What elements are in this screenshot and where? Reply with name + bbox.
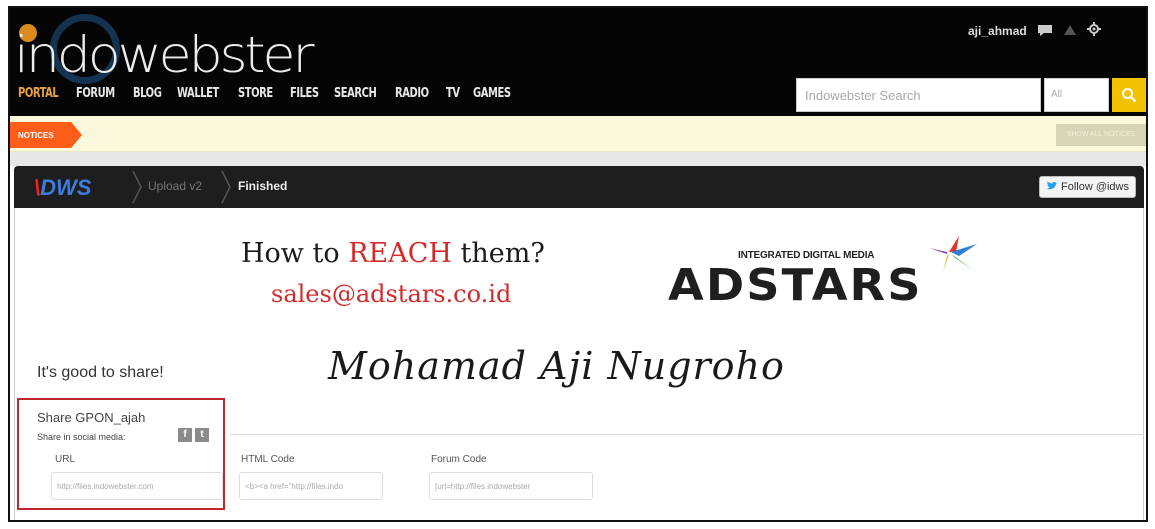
- nav-item-tv[interactable]: TV: [446, 86, 460, 101]
- forum-code-label: Forum Code: [431, 454, 487, 465]
- nav-item-wallet[interactable]: WALLET: [177, 86, 219, 101]
- breadcrumb-separator-icon: [132, 170, 142, 204]
- search-icon: [1122, 88, 1137, 103]
- breadcrumb-separator-icon: [221, 170, 231, 204]
- nav-item-files[interactable]: FILES: [290, 86, 319, 101]
- nav-item-forum[interactable]: FORUM: [76, 86, 115, 101]
- ad-email[interactable]: sales@adstars.co.id: [271, 280, 511, 308]
- share-heading: It's good to share!: [37, 364, 164, 381]
- idws-logo-text: DWS: [40, 175, 92, 200]
- adstars-logo[interactable]: ADSTARS: [668, 260, 923, 311]
- highlight-box: [17, 398, 225, 510]
- user-area: aji_ahmad: [968, 22, 1101, 39]
- breadcrumb-upload[interactable]: Upload v2: [148, 179, 202, 193]
- nav-item-store[interactable]: STORE: [238, 86, 273, 101]
- site-header: indowebster PORTAL FORUM BLOG WALLET STO…: [10, 8, 1146, 116]
- username-link[interactable]: aji_ahmad: [968, 24, 1027, 38]
- nav-item-portal[interactable]: PORTAL: [18, 86, 59, 101]
- notices-bar: NOTICES SHOW ALL NOTICES: [10, 116, 1146, 152]
- ad-headline-post: them?: [451, 238, 545, 269]
- html-code-label: HTML Code: [241, 454, 295, 465]
- ad-headline[interactable]: How to REACH them?: [241, 238, 545, 269]
- breadcrumb-bar: \DWS Upload v2 Finished Follow @idws: [14, 166, 1144, 208]
- ad-headline-highlight: REACH: [348, 238, 452, 269]
- twitter-bird-icon: [1046, 181, 1058, 194]
- signature-text: Mohamad Aji Nugroho: [328, 344, 785, 388]
- nav-item-games[interactable]: GAMES: [473, 86, 511, 101]
- follow-twitter-button[interactable]: Follow @idws: [1038, 176, 1136, 198]
- breadcrumb-finished: Finished: [238, 179, 288, 193]
- section-divider: [230, 434, 1144, 435]
- main-nav: PORTAL FORUM BLOG WALLET STORE FILES SEA…: [18, 86, 528, 101]
- nav-item-search[interactable]: SEARCH: [334, 86, 377, 101]
- html-code-field[interactable]: <b><a href="http://files.indo: [239, 472, 383, 500]
- follow-label: Follow @idws: [1060, 181, 1129, 193]
- messages-icon[interactable]: [1037, 23, 1053, 39]
- nav-item-blog[interactable]: BLOG: [133, 86, 162, 101]
- show-all-notices-button[interactable]: SHOW ALL NOTICES: [1056, 124, 1146, 146]
- search-scope-select[interactable]: All: [1044, 78, 1109, 112]
- search-button[interactable]: [1112, 78, 1146, 112]
- adstars-star-icon: [929, 236, 977, 272]
- settings-gear-icon[interactable]: [1086, 22, 1101, 39]
- site-logo[interactable]: indowebster: [14, 26, 315, 84]
- ad-headline-pre: How to: [241, 238, 349, 269]
- idws-logo[interactable]: \DWS: [34, 175, 91, 201]
- divider-stripe: [10, 152, 1146, 166]
- nav-item-radio[interactable]: RADIO: [395, 86, 429, 101]
- notices-tag[interactable]: NOTICES: [10, 122, 82, 148]
- forum-code-field[interactable]: [url=http://files.indowebster: [429, 472, 593, 500]
- search-input[interactable]: Indowebster Search: [796, 78, 1041, 112]
- notifications-icon[interactable]: [1063, 23, 1077, 39]
